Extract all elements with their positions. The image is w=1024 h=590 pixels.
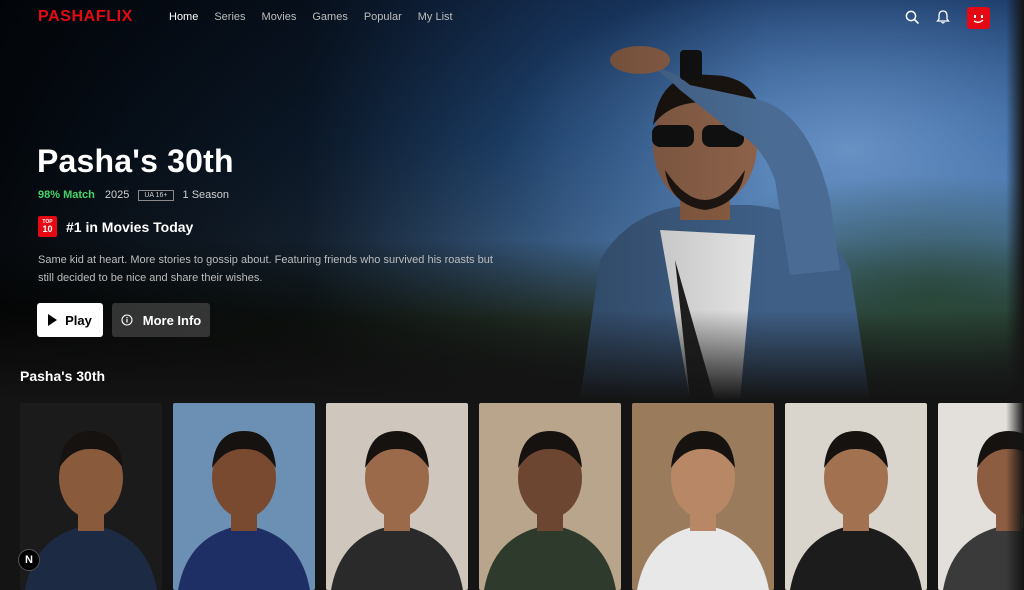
more-info-button[interactable]: More Info <box>112 303 210 337</box>
top10-icon: TOP 10 <box>38 216 57 237</box>
nav-links: Home Series Movies Games Popular My List <box>169 11 453 23</box>
thumbnail-image <box>173 403 315 590</box>
thumbnail-image <box>479 403 621 590</box>
nav-movies[interactable]: Movies <box>262 11 297 23</box>
row-title: Pasha's 30th <box>20 368 106 384</box>
hero-meta: 98% Match 2025 UA 16+ 1 Season <box>38 189 229 201</box>
thumb-6[interactable] <box>785 403 927 590</box>
thumbnail-image <box>785 403 927 590</box>
thumb-3[interactable] <box>326 403 468 590</box>
top-nav: PASHAFLIX Home Series Movies Games Popul… <box>0 0 1024 36</box>
thumbnail-image <box>632 403 774 590</box>
n-badge-icon[interactable]: N <box>18 549 40 571</box>
bell-icon[interactable] <box>935 9 951 25</box>
maturity-rating: UA 16+ <box>138 189 174 201</box>
more-info-label: More Info <box>142 312 202 328</box>
thumb-5[interactable] <box>632 403 774 590</box>
play-icon <box>48 314 58 326</box>
play-label: Play <box>65 312 92 328</box>
season-count: 1 Season <box>182 189 229 201</box>
nav-my-list[interactable]: My List <box>418 11 453 23</box>
match-score: 98% Match <box>38 189 95 201</box>
search-icon[interactable] <box>904 9 920 25</box>
thumb-2[interactable] <box>173 403 315 590</box>
ranking: TOP 10 #1 in Movies Today <box>38 216 193 237</box>
nav-popular[interactable]: Popular <box>364 11 402 23</box>
hero-description: Same kid at heart. More stories to gossi… <box>38 254 493 284</box>
thumb-1[interactable] <box>20 403 162 590</box>
thumb-4[interactable] <box>479 403 621 590</box>
thumbnail-image <box>20 403 162 590</box>
smiley-icon <box>973 15 984 23</box>
row-edge-fade <box>1006 0 1024 590</box>
nav-home[interactable]: Home <box>169 11 198 23</box>
pashaflix-logo[interactable]: PASHAFLIX <box>38 8 133 26</box>
info-icon <box>121 314 133 326</box>
play-button[interactable]: Play <box>37 303 103 337</box>
thumbnail-row <box>20 403 1024 590</box>
nav-series[interactable]: Series <box>214 11 245 23</box>
rank-text: #1 in Movies Today <box>66 218 194 235</box>
thumbnail-image <box>326 403 468 590</box>
release-year: 2025 <box>104 189 130 201</box>
nav-games[interactable]: Games <box>312 11 347 23</box>
profile-avatar[interactable] <box>967 7 990 29</box>
hero-title: Pasha's 30th <box>37 143 234 179</box>
